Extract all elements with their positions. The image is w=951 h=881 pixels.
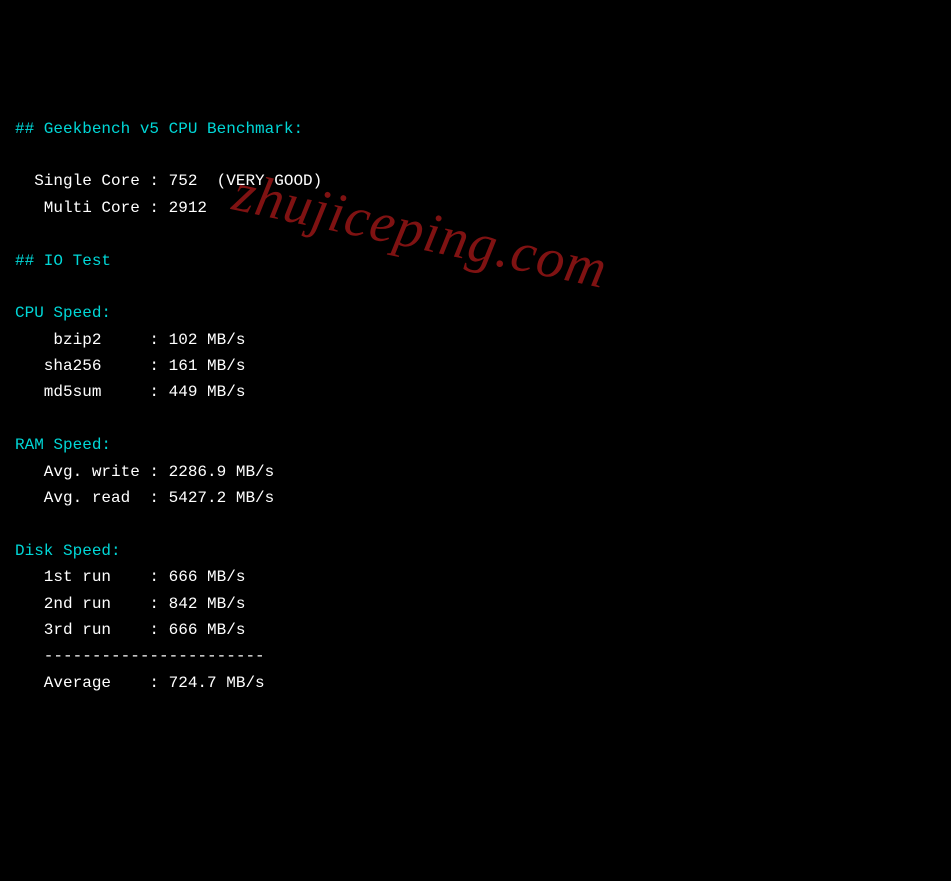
md5sum-label: md5sum :	[15, 383, 169, 401]
geekbench-header: ## Geekbench v5 CPU Benchmark:	[15, 120, 303, 138]
ram-write-value: 2286.9 MB/s	[169, 463, 275, 481]
sha256-value: 161 MB/s	[169, 357, 246, 375]
single-core-value: 752 (VERY GOOD)	[169, 172, 323, 190]
iotest-header: ## IO Test	[15, 252, 111, 270]
ram-read-label: Avg. read :	[15, 489, 169, 507]
ram-read-value: 5427.2 MB/s	[169, 489, 275, 507]
disk-speed-header: Disk Speed:	[15, 542, 121, 560]
ram-write-label: Avg. write :	[15, 463, 169, 481]
disk-avg-value: 724.7 MB/s	[169, 674, 265, 692]
sha256-label: sha256 :	[15, 357, 169, 375]
ram-speed-header: RAM Speed:	[15, 436, 111, 454]
disk-divider: -----------------------	[15, 647, 265, 665]
md5sum-value: 449 MB/s	[169, 383, 246, 401]
single-core-label: Single Core :	[15, 172, 169, 190]
disk-run1-label: 1st run :	[15, 568, 169, 586]
disk-run2-label: 2nd run :	[15, 595, 169, 613]
disk-run3-label: 3rd run :	[15, 621, 169, 639]
disk-run3-value: 666 MB/s	[169, 621, 246, 639]
disk-run1-value: 666 MB/s	[169, 568, 246, 586]
bzip2-value: 102 MB/s	[169, 331, 246, 349]
disk-run2-value: 842 MB/s	[169, 595, 246, 613]
disk-avg-label: Average :	[15, 674, 169, 692]
terminal-output: ## Geekbench v5 CPU Benchmark: Single Co…	[15, 116, 936, 697]
multi-core-value: 2912	[169, 199, 207, 217]
cpu-speed-header: CPU Speed:	[15, 304, 111, 322]
multi-core-label: Multi Core :	[15, 199, 169, 217]
bzip2-label: bzip2 :	[15, 331, 169, 349]
